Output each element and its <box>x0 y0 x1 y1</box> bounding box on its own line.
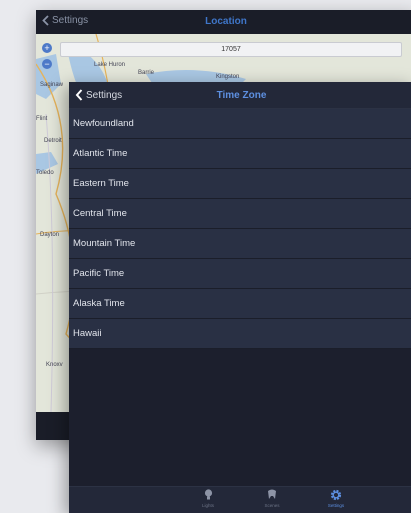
lightbulb-icon <box>204 489 212 500</box>
timezone-item-label: Mountain Time <box>73 238 136 249</box>
location-title: Location <box>205 16 247 27</box>
map-label: Toledo <box>36 170 54 176</box>
zoom-out-icon[interactable]: − <box>42 59 52 69</box>
timezone-panel: Settings Time Zone Newfoundland Atlantic… <box>69 82 411 513</box>
timezone-title: Time Zone <box>216 90 267 101</box>
map-label: Dayton <box>40 232 60 238</box>
timezone-item-hawaii[interactable]: Hawaii <box>69 319 411 349</box>
tab-lights[interactable]: Lights <box>188 489 228 508</box>
timezone-item-label: Atlantic Time <box>73 148 128 159</box>
timezone-item-pacific[interactable]: Pacific Time <box>69 259 411 289</box>
timezone-item-atlantic[interactable]: Atlantic Time <box>69 139 411 169</box>
tab-label: Settings <box>327 503 345 508</box>
timezone-header: Settings Time Zone <box>69 82 411 109</box>
tab-label: Scenes <box>264 503 280 508</box>
location-header: Settings Location <box>36 10 411 34</box>
gear-icon <box>330 489 342 501</box>
timezone-item-label: Central Time <box>73 208 127 219</box>
map-label: Saginaw <box>40 82 64 88</box>
timezone-item-label: Pacific Time <box>73 268 125 279</box>
location-search-input[interactable]: 17057 <box>60 42 402 57</box>
zoom-in-icon[interactable]: + <box>42 43 52 53</box>
tab-scenes[interactable]: Scenes <box>252 489 292 508</box>
timezone-item-label: Eastern Time <box>73 178 129 189</box>
timezone-item-label: Hawaii <box>73 328 102 339</box>
scenes-icon <box>268 489 276 499</box>
tab-bar: Lights Scenes Settings <box>69 486 411 513</box>
timezone-item-label: Newfoundland <box>73 118 134 129</box>
timezone-item-alaska[interactable]: Alaska Time <box>69 289 411 319</box>
map-label: Kingston <box>216 74 240 80</box>
map-label: Detroit <box>44 138 62 144</box>
timezone-item-mountain[interactable]: Mountain Time <box>69 229 411 259</box>
timezone-item-newfoundland[interactable]: Newfoundland <box>69 109 411 139</box>
map-label: Flint <box>36 116 48 122</box>
tab-settings[interactable]: Settings <box>316 489 356 508</box>
map-label: Barrie <box>138 70 155 76</box>
timezone-item-label: Alaska Time <box>73 298 125 309</box>
map-label: Lake Huron <box>94 62 126 68</box>
timezone-list: Newfoundland Atlantic Time Eastern Time … <box>69 109 411 349</box>
timezone-item-eastern[interactable]: Eastern Time <box>69 169 411 199</box>
tab-label: Lights <box>201 503 214 508</box>
timezone-item-central[interactable]: Central Time <box>69 199 411 229</box>
map-label: Knoxv <box>46 362 63 368</box>
